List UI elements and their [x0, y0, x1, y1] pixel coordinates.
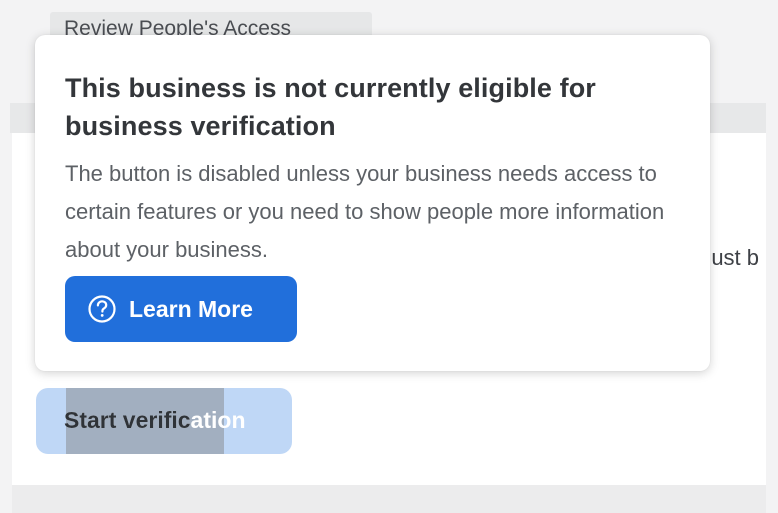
- tooltip-title: This business is not currently eligible …: [65, 73, 596, 141]
- footer-band: [12, 485, 766, 513]
- learn-more-button[interactable]: Learn More: [65, 276, 297, 342]
- learn-more-label: Learn More: [129, 296, 253, 322]
- start-verification-label-overlay: Start verification: [64, 407, 190, 433]
- help-circle-icon: [87, 294, 117, 324]
- start-verification-button[interactable]: Start verification Start verification: [36, 388, 292, 454]
- eligibility-tooltip: This business is not currently eligible …: [35, 35, 710, 371]
- tooltip-body: The button is disabled unless your busin…: [65, 161, 665, 262]
